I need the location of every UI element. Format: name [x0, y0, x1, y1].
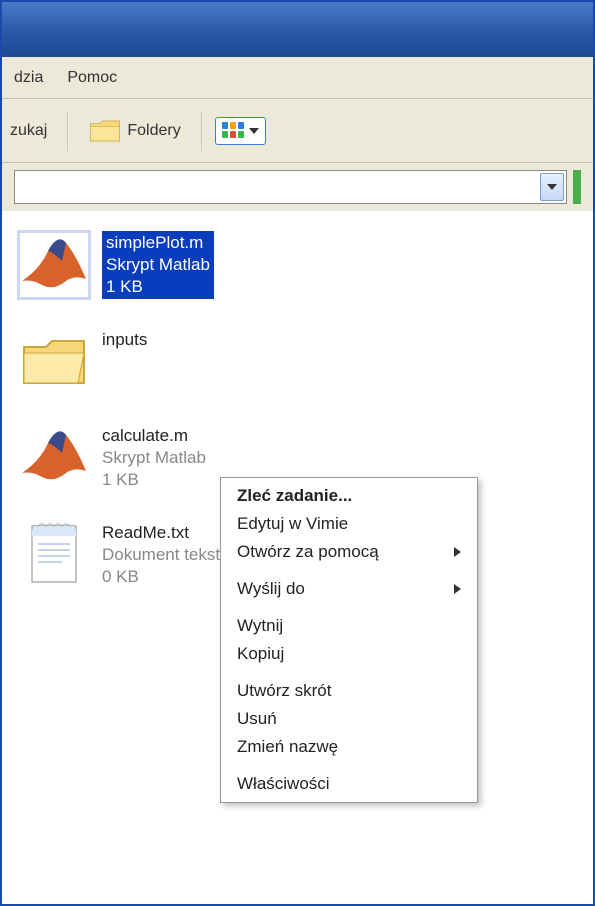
context-menu-item[interactable]: Kopiuj: [223, 640, 475, 668]
file-item[interactable]: inputs: [18, 327, 583, 395]
context-menu-separator: [225, 672, 473, 673]
context-menu-item-label: Edytuj w Vimie: [237, 514, 348, 534]
context-menu-item-label: Wytnij: [237, 616, 283, 636]
context-menu-item[interactable]: Utwórz skrót: [223, 677, 475, 705]
view-mode-button[interactable]: [215, 117, 266, 145]
context-menu-item-label: Otwórz za pomocą: [237, 542, 379, 562]
matlab-icon: [18, 423, 90, 491]
file-name: calculate.m: [102, 425, 206, 447]
context-menu-item[interactable]: Właściwości: [223, 770, 475, 798]
context-menu-item-label: Kopiuj: [237, 644, 284, 664]
menubar: dzia Pomoc: [2, 57, 593, 99]
context-menu-separator: [225, 765, 473, 766]
folders-button[interactable]: Foldery: [81, 113, 188, 149]
context-menu-item[interactable]: Wytnij: [223, 612, 475, 640]
context-menu: Zleć zadanie... Edytuj w Vimie Otwórz za p…: [220, 477, 478, 803]
file-text: simplePlot.mSkrypt Matlab1 KB: [102, 231, 214, 299]
file-size: 1 KB: [106, 276, 210, 298]
context-menu-item[interactable]: Usuń: [223, 705, 475, 733]
context-menu-item[interactable]: Wyślij do: [223, 575, 475, 603]
menu-item-pomoc[interactable]: Pomoc: [55, 65, 129, 91]
file-name: simplePlot.m: [106, 232, 210, 254]
context-menu-separator: [225, 570, 473, 571]
folders-label: Foldery: [127, 122, 180, 140]
text-icon: [18, 520, 90, 588]
file-list[interactable]: simplePlot.mSkrypt Matlab1 KBinputscalcu…: [2, 211, 593, 904]
chevron-down-icon: [249, 128, 259, 134]
context-menu-item-label: Usuń: [237, 709, 277, 729]
views-icon: [222, 122, 246, 140]
file-type: Skrypt Matlab: [102, 447, 206, 469]
address-dropdown-button[interactable]: [540, 173, 564, 201]
file-size: 1 KB: [102, 469, 206, 491]
context-menu-item-label: Wyślij do: [237, 579, 305, 599]
file-name: inputs: [102, 329, 147, 351]
context-menu-item-label: Właściwości: [237, 774, 330, 794]
search-button[interactable]: zukaj: [2, 118, 55, 144]
addressbar-row: [2, 163, 593, 211]
menu-item-dzia[interactable]: dzia: [2, 65, 55, 91]
context-menu-item[interactable]: Zmień nazwę: [223, 733, 475, 761]
folder-icon: [89, 117, 121, 145]
context-menu-item-label: Utwórz skrót: [237, 681, 331, 701]
go-button[interactable]: [573, 170, 581, 204]
file-item[interactable]: simplePlot.mSkrypt Matlab1 KB: [18, 231, 583, 299]
file-type: Skrypt Matlab: [106, 254, 210, 276]
file-text: inputs: [102, 327, 147, 351]
titlebar[interactable]: [2, 2, 593, 57]
context-menu-item-label: Zleć zadanie...: [237, 486, 352, 506]
context-menu-item[interactable]: Edytuj w Vimie: [223, 510, 475, 538]
folder-icon: [18, 327, 90, 395]
address-combo[interactable]: [14, 170, 567, 204]
toolbar: zukaj Foldery: [2, 99, 593, 163]
context-menu-separator: [225, 607, 473, 608]
matlab-icon: [18, 231, 90, 299]
toolbar-separator-2: [201, 111, 203, 151]
file-text: calculate.mSkrypt Matlab1 KB: [102, 423, 206, 491]
explorer-window: dzia Pomoc zukaj Foldery: [0, 0, 595, 906]
context-menu-item[interactable]: Otwórz za pomocą: [223, 538, 475, 566]
search-label: zukaj: [10, 122, 47, 140]
context-menu-item[interactable]: Zleć zadanie...: [223, 482, 475, 510]
context-menu-item-label: Zmień nazwę: [237, 737, 338, 757]
toolbar-separator: [67, 111, 69, 151]
